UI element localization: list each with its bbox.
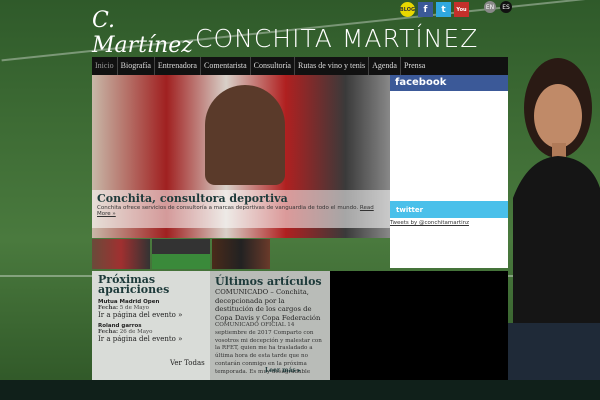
hero-text: Conchita ofrece servicios de consultoría…	[97, 205, 359, 211]
nav-inicio[interactable]: Inicio	[92, 57, 118, 75]
event-link[interactable]: Ir a página del evento »	[98, 335, 204, 343]
article-read-more[interactable]: Leer más ▸	[265, 367, 301, 374]
upcoming-events: Próximas apariciones Mutua Madrid Open F…	[92, 271, 210, 380]
conchita-portrait	[508, 58, 600, 383]
articles-title: Últimos artículos	[215, 275, 322, 288]
upcoming-title: Próximas apariciones	[98, 273, 170, 296]
nav-agenda[interactable]: Agenda	[369, 57, 401, 75]
youtube-icon[interactable]: You	[454, 2, 469, 17]
lang-en[interactable]: EN	[484, 1, 496, 13]
slide-thumb[interactable]	[212, 239, 270, 269]
blog-icon[interactable]: BLOG	[400, 2, 415, 17]
event-link[interactable]: Ir a página del evento »	[98, 311, 204, 319]
nav-consultoria[interactable]: Consultoría	[251, 57, 295, 75]
footer-bar	[0, 380, 600, 400]
facebook-widget: facebook twitter Tweets by @conchitamart…	[390, 75, 508, 268]
facebook-header[interactable]: facebook	[390, 75, 508, 91]
latest-articles: Últimos artículos COMUNICADO – Conchita,…	[210, 271, 330, 380]
site-title[interactable]: CONCHITA MARTÍNEZ	[195, 24, 478, 53]
article-headline[interactable]: COMUNICADO – Conchita, decepcionada por …	[215, 288, 325, 322]
view-all-link[interactable]: Ver Todas	[170, 359, 205, 368]
hero-caption: Conchita, consultora deportiva Conchita …	[92, 190, 390, 228]
slide-thumb[interactable]	[152, 239, 210, 269]
nav-entrenadora[interactable]: Entrenadora	[155, 57, 201, 75]
hero-title: Conchita, consultora deportiva	[97, 192, 288, 205]
empty-panel	[330, 271, 508, 380]
nav-prensa[interactable]: Prensa	[401, 57, 428, 75]
signature-logo[interactable]: C. Martínez	[92, 8, 193, 58]
nav-biografia[interactable]: Biografía	[118, 57, 155, 75]
lang-es[interactable]: ES	[500, 1, 512, 13]
main-nav: Inicio Biografía Entrenadora Comentarist…	[92, 57, 508, 75]
facebook-icon[interactable]: f	[418, 2, 433, 17]
slide-thumb[interactable]	[92, 239, 150, 269]
twitter-icon[interactable]: t	[436, 2, 451, 17]
nav-comentarista[interactable]: Comentarista	[201, 57, 251, 75]
twitter-link[interactable]: Tweets by @conchitamartinz	[390, 220, 469, 226]
nav-rutas[interactable]: Rutas de vino y tenis	[295, 57, 370, 75]
hero-person	[205, 85, 285, 185]
twitter-header[interactable]: twitter	[390, 201, 508, 218]
social-links: BLOG f t You	[400, 2, 469, 17]
